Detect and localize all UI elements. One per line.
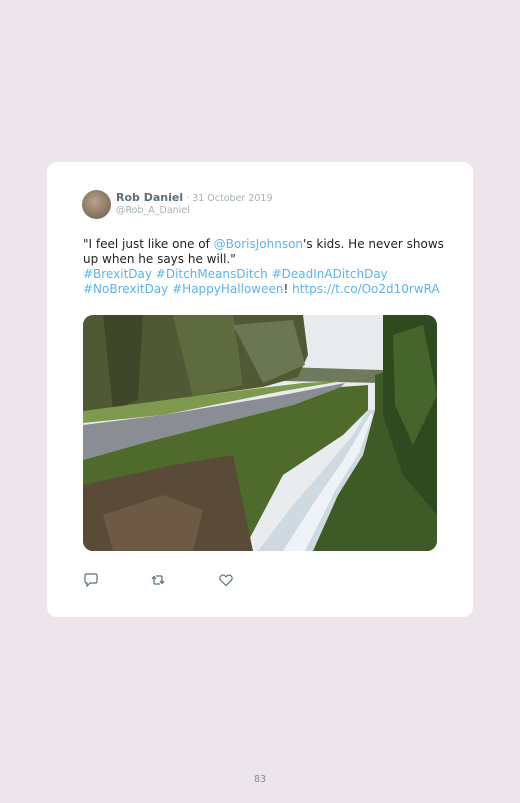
ditch-road-photo bbox=[83, 315, 437, 551]
tweet-text: "I feel just like one of @BorisJohnson's… bbox=[83, 237, 453, 297]
heart-icon bbox=[219, 574, 233, 587]
hashtag-link[interactable]: #DeadInADitchDay bbox=[272, 267, 388, 281]
retweet-button[interactable] bbox=[150, 572, 166, 588]
retweet-icon bbox=[151, 575, 165, 585]
tweet-text-part: "I feel just like one of bbox=[83, 237, 214, 251]
mention-link[interactable]: @BorisJohnson bbox=[214, 237, 303, 251]
hashtag-link[interactable]: #BrexitDay bbox=[83, 267, 152, 281]
author-name[interactable]: Rob Daniel bbox=[116, 191, 183, 204]
url-link[interactable]: https://t.co/Oo2d10rwRA bbox=[292, 282, 440, 296]
tweet-actions bbox=[83, 572, 283, 588]
page-number: 83 bbox=[253, 774, 267, 785]
tweet-date[interactable]: 31 October 2019 bbox=[192, 193, 272, 204]
reply-button[interactable] bbox=[83, 572, 99, 588]
reply-icon bbox=[84, 573, 98, 588]
hashtag-link[interactable]: #HappyHalloween bbox=[172, 282, 283, 296]
author-line: Rob Daniel · 31 October 2019 bbox=[116, 191, 273, 204]
hashtag-link[interactable]: #NoBrexitDay bbox=[83, 282, 168, 296]
hashtag-link[interactable]: #DitchMeansDitch bbox=[156, 267, 268, 281]
avatar[interactable] bbox=[82, 190, 111, 219]
tweet-text-part: ! bbox=[283, 282, 293, 296]
tweet-card: Rob Daniel · 31 October 2019 @Rob_A_Dani… bbox=[47, 162, 473, 617]
tweet-photo[interactable] bbox=[83, 315, 437, 551]
separator: · bbox=[183, 193, 193, 204]
like-button[interactable] bbox=[218, 572, 234, 588]
author-handle[interactable]: @Rob_A_Daniel bbox=[116, 205, 190, 216]
